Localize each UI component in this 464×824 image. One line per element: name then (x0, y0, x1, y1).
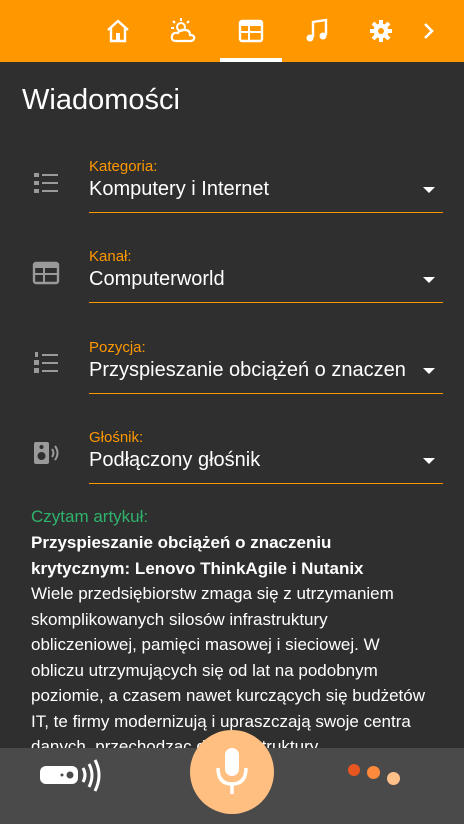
category-list-icon (34, 173, 58, 193)
tab-more[interactable] (400, 0, 456, 62)
article-text: Przyspieszanie obciążeń o znaczeniu kryt… (31, 530, 431, 760)
category-label: Kategoria: (89, 158, 158, 175)
article-title: Przyspieszanie obciążeń o znaczeniu kryt… (31, 533, 364, 578)
home-icon (107, 19, 129, 43)
page-title: Wiadomości (22, 84, 180, 116)
channel-value: Computerworld (89, 268, 225, 290)
channel-newspaper-icon (32, 261, 60, 285)
numbered-list-icon (34, 352, 58, 373)
position-select[interactable]: Przyspieszanie obciążeń o znaczeniu kryt… (89, 357, 443, 394)
wireless-speaker-icon[interactable] (38, 756, 104, 796)
position-value: Przyspieszanie obciążeń o znaczeniu kryt… (89, 359, 407, 381)
speaker-select[interactable]: Podłączony głośnik (89, 447, 443, 484)
weather-icon (170, 18, 196, 43)
speaker-label: Głośnik: (89, 429, 144, 446)
top-navigation-bar (0, 0, 464, 62)
microphone-icon (216, 748, 248, 794)
gear-icon (370, 20, 392, 42)
speaker-icon (34, 442, 59, 464)
position-label: Pozycja: (89, 339, 146, 356)
dot-icon (367, 766, 380, 779)
menu-dots-button[interactable] (342, 758, 406, 792)
dropdown-arrow-icon (423, 187, 435, 193)
tab-news[interactable] (220, 0, 282, 62)
dropdown-arrow-icon (423, 458, 435, 464)
dot-icon (387, 772, 400, 785)
speaker-value: Podłączony głośnik (89, 449, 261, 471)
dropdown-arrow-icon (423, 277, 435, 283)
category-select[interactable]: Komputery i Internet (89, 176, 443, 213)
tab-weather[interactable] (152, 0, 214, 62)
category-value: Komputery i Internet (89, 178, 270, 200)
dot-icon (348, 764, 360, 776)
channel-select[interactable]: Computerworld (89, 266, 443, 303)
music-icon (306, 18, 328, 42)
chevron-right-icon (424, 23, 434, 39)
microphone-button[interactable] (190, 730, 274, 814)
tab-music[interactable] (286, 0, 348, 62)
calendar-icon (238, 19, 264, 43)
dropdown-arrow-icon (423, 368, 435, 374)
tab-home[interactable] (87, 0, 149, 62)
channel-label: Kanał: (89, 248, 132, 265)
reading-label: Czytam artykuł: (31, 507, 149, 526)
